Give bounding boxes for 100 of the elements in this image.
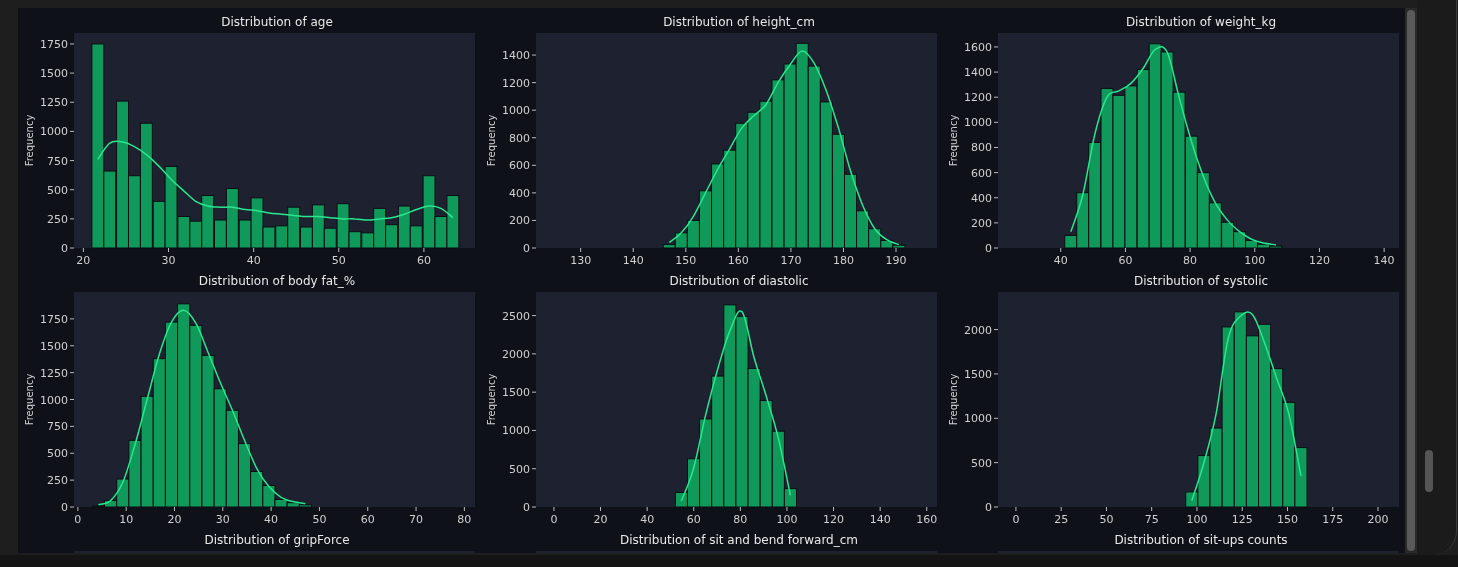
chart-title: Distribution of sit and bend forward_cm — [619, 532, 859, 549]
y-tick-label: 750 — [47, 420, 68, 434]
x-tick-label: 40 — [640, 513, 655, 526]
y-tick-label: 2000 — [502, 347, 530, 361]
y-tick-label: 800 — [971, 141, 992, 155]
x-tick-label: 20 — [167, 513, 182, 526]
x-tick-label: 160 — [727, 254, 749, 267]
x-tick-label: 60 — [360, 513, 375, 526]
y-tick-label: 0 — [523, 242, 530, 255]
y-tick-label: 2000 — [964, 323, 992, 337]
x-tick-label: 30 — [161, 254, 176, 267]
x-tick-label: 120 — [1308, 254, 1330, 267]
x-tick-label: 140 — [869, 513, 891, 526]
y-tick-label: 250 — [47, 474, 68, 488]
x-tick-label: 120 — [823, 513, 845, 526]
x-tick-label: 20 — [593, 513, 608, 526]
y-tick-label: 600 — [509, 159, 530, 173]
axis-label: Frequency — [486, 114, 497, 167]
y-tick-label: 1250 — [40, 96, 68, 110]
y-tick-label: 200 — [971, 216, 992, 230]
y-tick-label: 1000 — [502, 104, 530, 118]
x-tick-label: 80 — [733, 513, 748, 526]
chart-title: Distribution of height_cm — [662, 14, 816, 31]
x-tick-label: 60 — [416, 254, 431, 267]
x-tick-label: 10 — [119, 513, 134, 526]
x-tick-label: 80 — [1183, 254, 1198, 267]
chart-title: Distribution of systolic — [1132, 273, 1270, 290]
y-tick-label: 0 — [61, 242, 68, 255]
x-tick-label: 130 — [570, 254, 592, 267]
x-tick-label: 30 — [215, 513, 230, 526]
x-tick-label: 50 — [1099, 513, 1114, 526]
x-tick-label: 60 — [686, 513, 701, 526]
x-tick-label: 100 — [1244, 254, 1266, 267]
chart-title: Distribution of sit-ups counts — [1113, 532, 1289, 549]
x-tick-label: 150 — [675, 254, 697, 267]
axis-label: Frequency — [24, 373, 35, 426]
x-tick-label: 200 — [1367, 513, 1389, 526]
y-tick-label: 200 — [509, 214, 530, 228]
y-tick-label: 800 — [509, 131, 530, 145]
x-tick-label: 140 — [622, 254, 644, 267]
x-tick-label: 100 — [776, 513, 798, 526]
x-tick-label: 25 — [1054, 513, 1069, 526]
x-tick-label: 170 — [780, 254, 802, 267]
y-tick-label: 0 — [985, 501, 992, 514]
chart-title: Distribution of age — [220, 14, 334, 31]
y-tick-label: 1500 — [40, 67, 68, 81]
x-tick-label: 50 — [312, 513, 327, 526]
x-tick-label: 40 — [246, 254, 261, 267]
x-tick-label: 70 — [409, 513, 424, 526]
y-tick-label: 1000 — [40, 393, 68, 407]
y-tick-label: 750 — [47, 154, 68, 168]
y-tick-label: 1000 — [964, 412, 992, 426]
x-tick-label: 180 — [832, 254, 854, 267]
x-tick-label: 150 — [1277, 513, 1298, 526]
x-tick-label: 160 — [916, 513, 938, 526]
x-tick-label: 75 — [1144, 513, 1159, 526]
axis-label: Frequency — [948, 114, 959, 167]
x-tick-label: 100 — [1186, 513, 1208, 526]
chart-title: Distribution of weight_kg — [1124, 14, 1278, 31]
chart-title: Distribution of body fat_% — [197, 273, 357, 290]
x-tick-label: 40 — [1053, 254, 1068, 267]
y-tick-label: 500 — [47, 183, 68, 197]
y-tick-label: 1200 — [502, 76, 530, 90]
chart-title: Distribution of gripForce — [203, 532, 351, 549]
chart-title: Distribution of diastolic — [668, 273, 810, 290]
x-tick-label: 0 — [1012, 513, 1020, 526]
y-tick-label: 500 — [509, 462, 530, 476]
y-tick-label: 250 — [47, 212, 68, 226]
y-tick-label: 1500 — [40, 339, 68, 353]
x-tick-label: 140 — [1373, 254, 1395, 267]
y-tick-label: 1750 — [40, 312, 68, 326]
y-tick-label: 1500 — [964, 367, 992, 381]
axis-label: Frequency — [948, 373, 959, 426]
axis-label: Frequency — [486, 373, 497, 426]
x-tick-label: 60 — [1118, 254, 1133, 267]
y-tick-label: 0 — [985, 242, 992, 255]
y-tick-label: 2500 — [502, 309, 530, 323]
y-tick-label: 1000 — [964, 116, 992, 130]
y-tick-label: 1750 — [40, 37, 68, 51]
y-tick-label: 1500 — [502, 386, 530, 400]
y-tick-label: 400 — [509, 186, 530, 200]
y-tick-label: 1200 — [964, 91, 992, 105]
axis-label: Frequency — [24, 114, 35, 167]
y-tick-label: 1400 — [502, 49, 530, 63]
y-tick-label: 1000 — [502, 424, 530, 438]
y-tick-label: 500 — [971, 456, 992, 470]
y-tick-label: 1250 — [40, 366, 68, 380]
x-tick-label: 40 — [264, 513, 279, 526]
x-tick-label: 20 — [76, 254, 91, 267]
y-tick-label: 1400 — [964, 66, 992, 80]
y-tick-label: 400 — [971, 191, 992, 205]
x-tick-label: 50 — [331, 254, 346, 267]
y-tick-label: 0 — [61, 501, 68, 514]
y-tick-label: 500 — [47, 447, 68, 461]
y-tick-label: 600 — [971, 166, 992, 180]
y-tick-label: 1000 — [40, 125, 68, 139]
x-tick-label: 125 — [1231, 513, 1253, 526]
y-tick-label: 0 — [523, 501, 530, 514]
y-tick-label: 1600 — [964, 40, 992, 54]
x-tick-label: 175 — [1322, 513, 1344, 526]
